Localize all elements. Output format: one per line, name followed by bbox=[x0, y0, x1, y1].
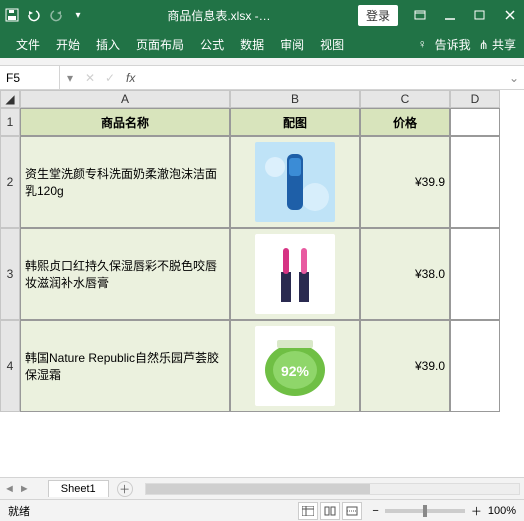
enter-formula-icon[interactable]: ✓ bbox=[100, 71, 120, 85]
tab-home[interactable]: 开始 bbox=[48, 32, 88, 57]
status-text: 就绪 bbox=[8, 503, 298, 519]
page-break-view-button[interactable] bbox=[342, 502, 362, 520]
ribbon-body-collapsed bbox=[0, 58, 524, 66]
zoom-out-button[interactable]: − bbox=[372, 505, 378, 517]
zoom-slider-thumb[interactable] bbox=[423, 505, 427, 517]
cell-product-price[interactable]: ¥39.9 bbox=[360, 136, 450, 228]
qat-customize-icon[interactable]: ▾ bbox=[70, 7, 86, 23]
formula-input[interactable] bbox=[141, 71, 504, 85]
cell-product-price[interactable]: ¥39.0 bbox=[360, 320, 450, 412]
zoom-slider[interactable] bbox=[385, 509, 465, 513]
cell-product-image[interactable] bbox=[230, 228, 360, 320]
cell-D1[interactable] bbox=[450, 108, 500, 136]
save-icon[interactable] bbox=[4, 7, 20, 23]
tell-me-icon[interactable]: ♀ bbox=[418, 37, 427, 51]
name-box[interactable] bbox=[0, 66, 60, 89]
cell-product-price[interactable]: ¥38.0 bbox=[360, 228, 450, 320]
tell-me-label[interactable]: 告诉我 bbox=[435, 36, 471, 53]
horizontal-scrollbar-thumb[interactable] bbox=[146, 484, 370, 494]
tab-data[interactable]: 数据 bbox=[232, 32, 272, 57]
row-header-1[interactable]: 1 bbox=[0, 108, 20, 136]
tab-file[interactable]: 文件 bbox=[8, 32, 48, 57]
cell-D2[interactable] bbox=[450, 136, 500, 228]
quick-access-toolbar: ▾ bbox=[4, 7, 86, 23]
row-header-2[interactable]: 2 bbox=[0, 136, 20, 228]
col-header-A[interactable]: A bbox=[20, 90, 230, 108]
cell-D3[interactable] bbox=[450, 228, 500, 320]
col-header-D[interactable]: D bbox=[450, 90, 500, 108]
cell-D4[interactable] bbox=[450, 320, 500, 412]
horizontal-scrollbar[interactable] bbox=[145, 483, 520, 495]
redo-icon[interactable] bbox=[48, 7, 64, 23]
normal-view-button[interactable] bbox=[298, 502, 318, 520]
name-box-dropdown-icon[interactable]: ▾ bbox=[60, 71, 80, 85]
titlebar: ▾ 商品信息表.xlsx -… 登录 bbox=[0, 0, 524, 30]
svg-text:92%: 92% bbox=[281, 363, 310, 379]
view-buttons bbox=[298, 502, 362, 520]
status-bar: 就绪 − ＋ 100% bbox=[0, 499, 524, 521]
product-image-2 bbox=[255, 234, 335, 314]
sheet-next-icon[interactable]: ► bbox=[19, 483, 30, 495]
page-layout-view-button[interactable] bbox=[320, 502, 340, 520]
cancel-formula-icon[interactable]: ✕ bbox=[80, 71, 100, 85]
sheet-tab-sheet1[interactable]: Sheet1 bbox=[48, 480, 109, 497]
product-image-3: 92% bbox=[255, 326, 335, 406]
tab-page-layout[interactable]: 页面布局 bbox=[128, 32, 192, 57]
header-product-name[interactable]: 商品名称 bbox=[20, 108, 230, 136]
cell-product-image[interactable]: 92% bbox=[230, 320, 360, 412]
col-header-C[interactable]: C bbox=[360, 90, 450, 108]
sheet-tab-bar: ◄► Sheet1 ＋ bbox=[0, 477, 524, 499]
row-header-3[interactable]: 3 bbox=[0, 228, 20, 320]
zoom-control: − ＋ 100% bbox=[372, 503, 516, 519]
undo-icon[interactable] bbox=[26, 7, 42, 23]
product-image-1 bbox=[255, 142, 335, 222]
login-button[interactable]: 登录 bbox=[358, 5, 398, 26]
window-title: 商品信息表.xlsx -… bbox=[86, 7, 352, 24]
tab-view[interactable]: 视图 bbox=[312, 32, 352, 57]
close-icon[interactable] bbox=[500, 5, 520, 25]
cell-product-image[interactable] bbox=[230, 136, 360, 228]
zoom-level[interactable]: 100% bbox=[488, 505, 516, 517]
insert-function-icon[interactable]: fx bbox=[120, 71, 141, 85]
cell-product-name[interactable]: 韩国Nature Republic自然乐园芦荟胶保湿霜 bbox=[20, 320, 230, 412]
new-sheet-button[interactable]: ＋ bbox=[117, 481, 133, 497]
expand-formula-bar-icon[interactable]: ⌄ bbox=[504, 71, 524, 85]
ribbon-display-options-icon[interactable] bbox=[410, 5, 430, 25]
sheet-nav-arrows[interactable]: ◄► bbox=[4, 483, 30, 495]
col-header-B[interactable]: B bbox=[230, 90, 360, 108]
tab-review[interactable]: 审阅 bbox=[272, 32, 312, 57]
name-box-input[interactable] bbox=[6, 71, 53, 85]
row-header-4[interactable]: 4 bbox=[0, 320, 20, 412]
header-image[interactable]: 配图 bbox=[230, 108, 360, 136]
cell-product-name[interactable]: 韩熙贞口红持久保湿唇彩不脱色咬唇妆滋润补水唇膏 bbox=[20, 228, 230, 320]
spreadsheet-grid[interactable]: ◢ A B C D 1 商品名称 配图 价格 2 资生堂洗颜专科洗面奶柔澈泡沫洁… bbox=[0, 90, 524, 477]
ribbon-tabs: 文件 开始 插入 页面布局 公式 数据 审阅 视图 ♀ 告诉我 ⋔ 共享 bbox=[0, 30, 524, 58]
sheet-prev-icon[interactable]: ◄ bbox=[4, 483, 15, 495]
share-button[interactable]: ⋔ 共享 bbox=[479, 36, 516, 53]
cell-product-name[interactable]: 资生堂洗颜专科洗面奶柔澈泡沫洁面乳120g bbox=[20, 136, 230, 228]
maximize-icon[interactable] bbox=[470, 5, 490, 25]
formula-bar: ▾ ✕ ✓ fx ⌄ bbox=[0, 66, 524, 90]
header-price[interactable]: 价格 bbox=[360, 108, 450, 136]
tab-insert[interactable]: 插入 bbox=[88, 32, 128, 57]
window-controls bbox=[410, 5, 520, 25]
tab-formulas[interactable]: 公式 bbox=[192, 32, 232, 57]
minimize-icon[interactable] bbox=[440, 5, 460, 25]
zoom-in-button[interactable]: ＋ bbox=[471, 503, 482, 519]
select-all-corner[interactable]: ◢ bbox=[0, 90, 20, 108]
